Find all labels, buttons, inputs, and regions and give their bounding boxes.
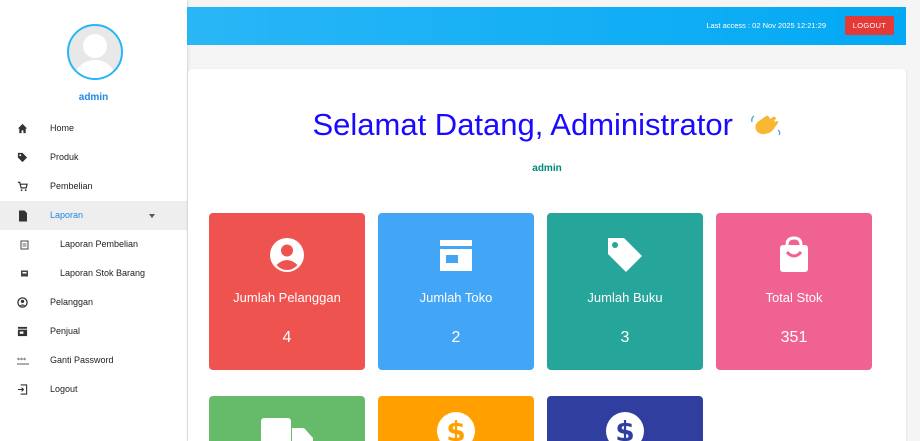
sidebar-item-pelanggan[interactable]: Pelanggan [0,288,187,317]
card-value: 351 [780,329,808,346]
password-icon: *** [16,354,29,367]
card-label: Jumlah Buku [587,290,663,305]
sidebar-username: admin [78,92,109,103]
sidebar-item-penjual[interactable]: Penjual [0,317,187,346]
sidebar-item-logout[interactable]: Logout [0,375,187,404]
sidebar-menu: Home Produk Pembelian Laporan Laporan Pe… [0,114,187,404]
top-bar: Last access : 02 Nov 2025 12:21:29 LOGOU… [187,7,906,45]
card-label: Total Stok [765,290,823,305]
page-title: Selamat Datang, Administrator [188,107,906,143]
sidebar-item-ganti-password[interactable]: *** Ganti Password [0,346,187,375]
sidebar-item-laporan[interactable]: Laporan [0,201,187,230]
chevron-down-icon [149,214,155,218]
welcome-text: Selamat Datang, Administrator [312,107,733,142]
avatar-body [73,60,117,78]
card-jumlah-pelanggan[interactable]: Jumlah Pelanggan 4 [209,213,365,370]
sidebar-item-label: Laporan Pembelian [60,239,139,249]
sidebar-item-laporan-stok-barang[interactable]: Laporan Stok Barang [0,259,187,288]
svg-text:$: $ [615,415,634,441]
home-icon [16,122,29,135]
sidebar-item-label: Pelanggan [50,297,94,307]
waving-hand-icon [750,110,782,136]
card-jumlah-buku[interactable]: Jumlah Buku 3 [547,213,703,370]
cart-icon [16,180,29,193]
card-label: Jumlah Toko [419,290,493,305]
sidebar-item-label: Laporan [50,210,84,220]
dashboard-panel: Selamat Datang, Administrator admin Juml… [188,69,906,441]
svg-text:***: *** [17,357,26,364]
svg-text:$: $ [446,415,465,441]
sidebar: admin Home Produk Pembelian Laporan Lapo… [0,0,187,441]
sidebar-item-label: Home [50,123,75,133]
sidebar-item-label: Produk [50,152,79,162]
card-row2-3[interactable]: $ [547,396,703,441]
dollar-icon: $ [436,411,476,441]
inbox-icon [18,267,31,280]
truck-icon [261,418,313,441]
user-circle-icon [16,296,29,309]
card-row2-1[interactable] [209,396,365,441]
sidebar-item-label: Logout [50,384,78,394]
logout-button[interactable]: LOGOUT [845,16,894,35]
tag-icon [16,151,29,164]
dollar-icon: $ [605,411,645,441]
shopping-bag-icon [774,235,814,275]
receipt-icon [18,238,31,251]
tag-icon [605,235,645,275]
store-icon [436,235,476,275]
sidebar-item-label: Pembelian [50,181,93,191]
file-icon [16,209,29,222]
card-total-stok[interactable]: Total Stok 351 [716,213,872,370]
avatar[interactable] [67,24,123,80]
logout-icon [16,383,29,396]
user-circle-icon [267,235,307,275]
sidebar-item-produk[interactable]: Produk [0,143,187,172]
sidebar-item-pembelian[interactable]: Pembelian [0,172,187,201]
card-label: Jumlah Pelanggan [233,290,341,305]
card-value: 4 [282,329,292,346]
sidebar-item-laporan-pembelian[interactable]: Laporan Pembelian [0,230,187,259]
card-value: 2 [451,329,461,346]
sidebar-item-label: Ganti Password [50,355,114,365]
user-role: admin [532,163,562,174]
card-value: 3 [620,329,630,346]
card-jumlah-toko[interactable]: Jumlah Toko 2 [378,213,534,370]
last-access-text: Last access : 02 Nov 2025 12:21:29 [706,21,826,30]
sidebar-item-home[interactable]: Home [0,114,187,143]
card-row2-2[interactable]: $ [378,396,534,441]
avatar-head [83,34,107,58]
sidebar-item-label: Penjual [50,326,81,336]
store-icon [16,325,29,338]
sidebar-item-label: Laporan Stok Barang [60,268,146,278]
